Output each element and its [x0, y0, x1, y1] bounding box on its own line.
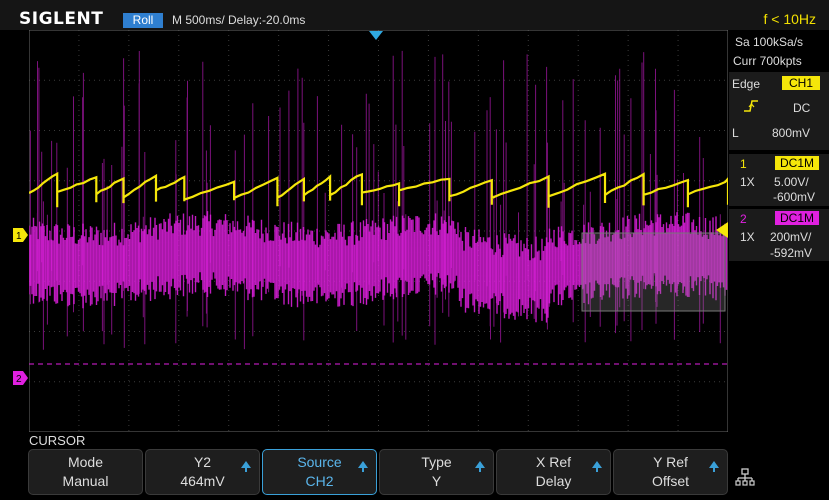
memory-depth: Curr 700kpts — [733, 54, 802, 68]
knob-arrow-icon — [241, 461, 251, 472]
ch1-offset: -600mV — [773, 190, 816, 204]
ch1-coupling: DC1M — [775, 156, 819, 170]
x-ref-softkey[interactable]: X Ref Delay — [496, 449, 611, 495]
softkey-value: Manual — [62, 473, 109, 489]
ch2-offset: -592mV — [770, 246, 813, 260]
frequency-counter: f < 10Hz — [763, 11, 816, 27]
ch2-coupling: DC1M — [775, 211, 819, 225]
ch1-offset-marker[interactable]: 1 — [13, 228, 29, 242]
trigger-level: 800mV — [772, 126, 811, 140]
knob-arrow-icon — [475, 461, 485, 472]
knob-arrow-icon — [709, 461, 719, 472]
knob-arrow-icon — [592, 461, 602, 472]
siglent-logo: SIGLENT — [19, 9, 104, 29]
sample-rate: Sa 100kSa/s — [735, 35, 804, 49]
softkey-value: 464mV — [180, 473, 225, 489]
top-status-bar: SIGLENT Roll M 500ms/ Delay:-20.0ms f < … — [0, 0, 829, 30]
svg-text:2: 2 — [16, 374, 22, 385]
network-icon — [735, 468, 755, 486]
softkey-value: Offset — [651, 473, 690, 489]
softkey-value: Y — [431, 473, 442, 489]
ch2-number: 2 — [740, 212, 747, 226]
run-state-badge[interactable]: Roll — [123, 13, 163, 28]
timebase-readout: M 500ms/ Delay:-20.0ms — [172, 13, 306, 27]
menu-title: CURSOR — [29, 433, 86, 448]
y2-softkey[interactable]: Y2 464mV — [145, 449, 260, 495]
knob-arrow-icon — [358, 461, 368, 472]
ch2-probe: 1X — [740, 230, 755, 244]
cursor-measure-box — [581, 232, 726, 312]
trigger-level-marker[interactable] — [716, 222, 728, 238]
ch1-probe: 1X — [740, 175, 755, 189]
trigger-source-tag: CH1 — [782, 76, 820, 90]
waveform-display[interactable] — [29, 30, 728, 432]
softkey-label: Mode — [67, 454, 104, 470]
softkey-value: CH2 — [305, 473, 334, 489]
rising-edge-icon — [744, 100, 758, 112]
trigger-coupling: DC — [793, 101, 811, 115]
svg-text:1: 1 — [16, 231, 22, 242]
y-ref-softkey[interactable]: Y Ref Offset — [613, 449, 728, 495]
mode-softkey[interactable]: Mode Manual — [28, 449, 143, 495]
ch2-scale: 200mV/ — [770, 230, 812, 244]
softkey-bar: Mode Manual Y2 464mV Source CH2 Type Y X… — [28, 449, 728, 495]
ch1-scale: 5.00V/ — [774, 175, 809, 189]
softkey-value: Delay — [535, 473, 572, 489]
trigger-type: Edge — [732, 77, 761, 91]
trigger-level-label: L — [732, 126, 739, 140]
type-softkey[interactable]: Type Y — [379, 449, 494, 495]
ch1-number: 1 — [740, 157, 747, 171]
source-softkey[interactable]: Source CH2 — [262, 449, 377, 495]
ch2-offset-marker[interactable]: 2 — [13, 371, 29, 385]
